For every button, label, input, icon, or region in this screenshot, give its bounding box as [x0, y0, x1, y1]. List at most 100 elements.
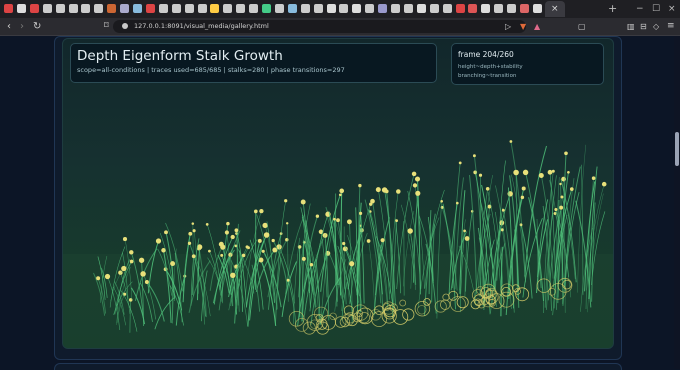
tab-favicon[interactable]	[430, 4, 439, 13]
tab-favicon[interactable]	[17, 4, 26, 13]
tab-favicon[interactable]	[339, 4, 348, 13]
reload-icon[interactable]: ↻	[33, 20, 41, 33]
tab-favicon[interactable]	[146, 4, 155, 13]
stalk-bud	[246, 245, 249, 248]
stalk-bud	[567, 171, 570, 174]
tab-favicon[interactable]	[43, 4, 52, 13]
tab-favicon[interactable]	[133, 4, 142, 13]
stalk-bud	[521, 196, 524, 199]
stalk-bud	[285, 238, 288, 241]
tab-favicon[interactable]	[81, 4, 90, 13]
tab-favicon[interactable]	[494, 4, 503, 13]
tab-favicon[interactable]	[94, 4, 103, 13]
close-tab-icon[interactable]: ×	[551, 1, 559, 17]
url-text[interactable]: 127.0.0.1:8091/visual_media/gallery.html	[134, 21, 269, 32]
tab-favicon[interactable]	[456, 4, 465, 13]
window-close-icon[interactable]: ×	[668, 3, 676, 15]
tab-favicon[interactable]	[365, 4, 374, 13]
tab-search-icon[interactable]: ⊟	[640, 20, 647, 33]
stalk-bud	[310, 263, 313, 266]
tab-favicon[interactable]	[288, 4, 297, 13]
stalk-bud	[570, 187, 574, 191]
stalk-bud	[140, 271, 146, 277]
stalk-bud	[230, 273, 235, 278]
tab-favicon[interactable]	[378, 4, 387, 13]
tab-favicon[interactable]	[223, 4, 232, 13]
stalk-bud	[381, 238, 385, 242]
vpn-icon[interactable]: ◇	[653, 20, 659, 33]
tab-favicon[interactable]	[107, 4, 116, 13]
tab-favicon[interactable]	[314, 4, 323, 13]
stalk-bud	[479, 174, 482, 177]
stalk-bud	[602, 182, 607, 187]
stalk-bud	[188, 232, 192, 236]
tab-favicon[interactable]	[352, 4, 361, 13]
stalk-bud	[145, 280, 149, 284]
tab-favicon[interactable]	[4, 4, 13, 13]
maximize-icon[interactable]: ☐	[652, 3, 660, 15]
tab-favicon[interactable]	[159, 4, 168, 13]
tab-favicon[interactable]	[30, 4, 39, 13]
tab-favicon[interactable]	[262, 4, 271, 13]
tab-favicon[interactable]	[185, 4, 194, 13]
stalk-bud	[188, 242, 191, 245]
tab-favicon[interactable]	[443, 4, 452, 13]
tab-favicon[interactable]	[236, 4, 245, 13]
stalk-bud	[396, 189, 401, 194]
scrollbar-track[interactable]	[674, 36, 680, 369]
stalk-bud	[413, 183, 417, 187]
tab-favicon[interactable]	[198, 4, 207, 13]
navigation-bar: ‹ › ↻ ⌑ 127.0.0.1:8091/visual_media/gall…	[0, 18, 680, 36]
new-tab-button[interactable]: +	[608, 1, 617, 17]
stalk-bud	[415, 191, 420, 196]
stalk-bud	[235, 228, 239, 232]
minimize-icon[interactable]: −	[636, 3, 644, 15]
tab-favicon[interactable]	[481, 4, 490, 13]
tab-favicon[interactable]	[56, 4, 65, 13]
tab-favicon[interactable]	[391, 4, 400, 13]
sidebar-icon[interactable]: ▥	[627, 20, 635, 33]
stalk-bud	[254, 210, 258, 214]
stalk-bud	[376, 187, 381, 192]
forward-icon[interactable]: ›	[20, 20, 24, 33]
stalk-bud	[206, 223, 209, 226]
scrollbar-thumb[interactable]	[675, 132, 679, 166]
tab-favicon[interactable]	[210, 4, 219, 13]
share-icon[interactable]: ▷	[505, 20, 511, 33]
rewards-icon[interactable]: ▲	[534, 20, 540, 33]
stalk-bud	[121, 266, 126, 271]
tab-favicon[interactable]	[301, 4, 310, 13]
brave-shields-icon[interactable]: ▼	[520, 20, 526, 33]
tab-favicon[interactable]	[520, 4, 529, 13]
frame-counter: frame 204/260	[458, 50, 514, 59]
stalk-bud	[231, 235, 235, 239]
stalk-bud	[164, 230, 168, 234]
menu-icon[interactable]: ≡	[667, 20, 675, 33]
stalk-bud	[408, 228, 413, 233]
stalk-bud	[262, 223, 267, 228]
stalk-bud	[130, 260, 134, 264]
stalk-bud	[139, 258, 144, 263]
tab-favicon[interactable]	[404, 4, 413, 13]
tab-favicon[interactable]	[417, 4, 426, 13]
stalk-bud	[592, 176, 596, 180]
tab-favicon[interactable]	[327, 4, 336, 13]
stalk-bud	[262, 250, 265, 253]
tab-favicon[interactable]	[172, 4, 181, 13]
viz-stats: scope=all-conditions | traces used=685/6…	[77, 66, 345, 74]
tab-favicon[interactable]	[507, 4, 516, 13]
back-icon[interactable]: ‹	[7, 20, 11, 33]
tab-favicon[interactable]	[275, 4, 284, 13]
stalk-bud	[284, 199, 287, 202]
stalk-bud	[336, 218, 340, 222]
tab-favicon[interactable]	[468, 4, 477, 13]
tab-favicon[interactable]	[249, 4, 258, 13]
tab-favicon[interactable]	[120, 4, 129, 13]
tab-favicon[interactable]	[69, 4, 78, 13]
extensions-icon[interactable]: ▢	[578, 20, 586, 33]
stalk-bud	[369, 203, 372, 206]
stalk-bud	[465, 236, 470, 241]
bookmark-icon[interactable]: ⌑	[104, 21, 109, 32]
site-info-icon[interactable]	[122, 23, 128, 29]
tab-favicon[interactable]	[533, 4, 542, 13]
